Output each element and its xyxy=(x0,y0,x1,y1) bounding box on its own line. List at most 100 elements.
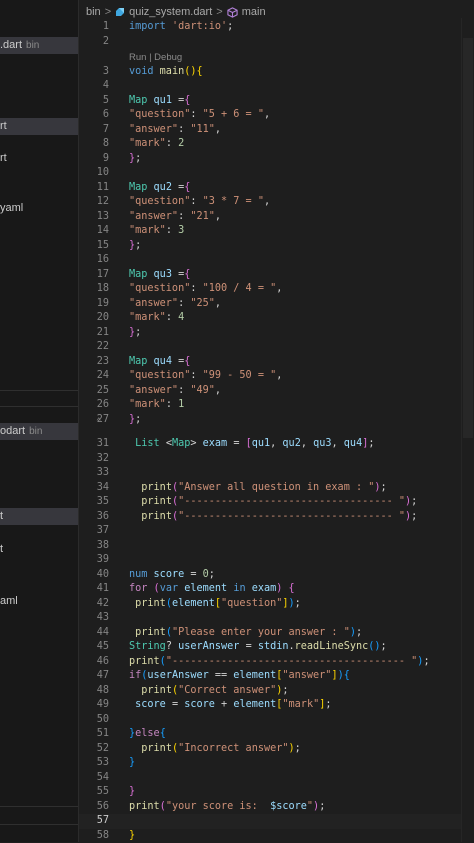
code-line[interactable]: 1import 'dart:io'; xyxy=(79,20,474,35)
code-line[interactable]: 47if(userAnswer == element["answer"]){ xyxy=(79,669,474,684)
code-token: print xyxy=(141,482,172,493)
code-line[interactable]: 38 xyxy=(79,539,474,554)
code-line[interactable]: 58} xyxy=(79,829,474,843)
code-line[interactable]: 39 xyxy=(79,553,474,568)
code-line[interactable]: 23Map qu4 ={ xyxy=(79,355,474,370)
code-line[interactable]: 37 xyxy=(79,524,474,539)
code-token: var xyxy=(160,583,185,594)
code-line[interactable]: 12"question": "3 * 7 = ", xyxy=(79,195,474,210)
explorer-item-2[interactable]: rt xyxy=(0,118,78,135)
code-line[interactable]: 40num score = 0; xyxy=(79,568,474,583)
code-line[interactable]: 13"answer": "21", xyxy=(79,210,474,225)
code-line[interactable]: 48 print("Correct answer"); xyxy=(79,684,474,699)
code-line[interactable]: 52 print("Incorrect answer"); xyxy=(79,742,474,757)
explorer-item-8[interactable]: aml xyxy=(0,593,78,610)
breadcrumb-symbol[interactable]: main xyxy=(242,6,266,18)
line-number: 16 xyxy=(79,253,109,268)
code-line[interactable]: 5Map qu1 ={ xyxy=(79,94,474,109)
code-line[interactable]: 6"question": "5 + 6 = ", xyxy=(79,108,474,123)
explorer-item-7[interactable]: t xyxy=(0,541,78,558)
code-line[interactable]: 26"mark": 1 xyxy=(79,398,474,413)
code-line[interactable]: 11Map qu2 ={ xyxy=(79,181,474,196)
line-number: 6 xyxy=(79,108,109,123)
line-number: 58 xyxy=(79,829,109,843)
editor-scrollbar[interactable] xyxy=(461,18,474,842)
breadcrumb-file[interactable]: quiz_system.dart xyxy=(129,6,212,18)
code-text: if(userAnswer == element["answer"]){ xyxy=(129,669,350,684)
code-line[interactable]: 16 xyxy=(79,253,474,268)
code-line[interactable]: 42 print(element["question"]); xyxy=(79,597,474,612)
code-token: "99 - 50 = " xyxy=(203,370,277,381)
code-line[interactable]: 15}; xyxy=(79,239,474,254)
code-line[interactable]: 45String? userAnswer = stdin.readLineSyn… xyxy=(79,640,474,655)
code-token: "5 + 6 = " xyxy=(203,109,264,120)
code-line[interactable]: 41for (var element in exam) { xyxy=(79,582,474,597)
code-line[interactable]: 46print("-------------------------------… xyxy=(79,655,474,670)
code-text: print("---------------------------------… xyxy=(129,655,430,670)
code-text: print("your score is: $score"); xyxy=(129,800,325,815)
code-line[interactable]: 17Map qu3 ={ xyxy=(79,268,474,283)
code-token: : xyxy=(190,283,202,294)
line-number: 49 xyxy=(79,698,109,713)
code-editor[interactable]: 1import 'dart:io';2 Run | Debug 3void main… xyxy=(79,18,474,842)
code-line[interactable]: 7"answer": "11", xyxy=(79,123,474,138)
code-line[interactable]: 10 xyxy=(79,166,474,181)
code-line[interactable]: 34 print("Answer all question in exam : … xyxy=(79,481,474,496)
code-line[interactable]: 9}; xyxy=(79,152,474,167)
code-line[interactable]: 25"answer": "49", xyxy=(79,384,474,399)
folded-lines-marker[interactable]: ⌃ xyxy=(96,417,104,419)
line-number: 40 xyxy=(79,568,109,583)
code-token: ; xyxy=(368,438,374,449)
breadcrumb-folder[interactable]: bin xyxy=(86,6,101,18)
code-text: "question": "3 * 7 = ", xyxy=(129,195,270,210)
code-text: import 'dart:io'; xyxy=(129,20,233,35)
code-line[interactable]: 53} xyxy=(79,756,474,771)
explorer-item-4[interactable]: yaml xyxy=(0,200,78,217)
code-token xyxy=(129,482,141,493)
code-line[interactable]: 56print("your score is: $score"); xyxy=(79,800,474,815)
code-line[interactable]: 27}; xyxy=(79,413,474,428)
code-line[interactable]: 2 xyxy=(79,35,474,50)
code-line[interactable]: 35 print("------------------------------… xyxy=(79,495,474,510)
code-line[interactable]: 20"mark": 4 xyxy=(79,311,474,326)
code-line[interactable]: 44 print("Please enter your answer : "); xyxy=(79,626,474,641)
line-number: 14 xyxy=(79,224,109,239)
code-token: , xyxy=(264,196,270,207)
code-line[interactable]: 33 xyxy=(79,466,474,481)
code-line[interactable]: 36 print("------------------------------… xyxy=(79,510,474,525)
code-token: : xyxy=(190,109,202,120)
code-line[interactable]: 50 xyxy=(79,713,474,728)
code-line[interactable]: 31 List <Map> exam = [qu1, qu2, qu3, qu4… xyxy=(79,437,474,452)
code-line[interactable]: 57 xyxy=(79,814,474,829)
code-line[interactable]: 14"mark": 3 xyxy=(79,224,474,239)
explorer-item-1[interactable]: .dartbin xyxy=(0,37,78,54)
scrollbar-thumb[interactable] xyxy=(463,38,473,438)
code-line[interactable]: 3void main(){ xyxy=(79,65,474,80)
code-token: "mark" xyxy=(282,699,319,710)
code-line[interactable]: 32 xyxy=(79,452,474,467)
code-line[interactable]: 54 xyxy=(79,771,474,786)
code-line[interactable]: 24"question": "99 - 50 = ", xyxy=(79,369,474,384)
code-line[interactable]: 49 score = score + element["mark"]; xyxy=(79,698,474,713)
code-line[interactable]: 51}else{ xyxy=(79,727,474,742)
code-text: print("---------------------------------… xyxy=(129,510,417,525)
code-token: "answer" xyxy=(282,670,331,681)
code-line[interactable]: 55} xyxy=(79,785,474,800)
code-token: , xyxy=(332,438,344,449)
code-text: "mark": 2 xyxy=(129,137,184,152)
explorer-item-6[interactable]: t xyxy=(0,508,78,525)
code-line[interactable]: 8"mark": 2 xyxy=(79,137,474,152)
code-line[interactable]: 18"question": "100 / 4 = ", xyxy=(79,282,474,297)
line-number: 39 xyxy=(79,553,109,568)
code-token: import xyxy=(129,21,172,32)
code-line[interactable]: 22 xyxy=(79,340,474,355)
run-debug-codelens[interactable]: Run | Debug xyxy=(129,52,182,63)
explorer-item-3[interactable]: rt xyxy=(0,150,78,167)
code-line[interactable]: 19"answer": "25", xyxy=(79,297,474,312)
code-line[interactable]: 43 xyxy=(79,611,474,626)
code-line[interactable]: 4 xyxy=(79,79,474,94)
line-number: 33 xyxy=(79,466,109,481)
code-token: "25" xyxy=(190,298,215,309)
code-line[interactable]: 21}; xyxy=(79,326,474,341)
explorer-item-5[interactable]: odartbin xyxy=(0,423,78,440)
